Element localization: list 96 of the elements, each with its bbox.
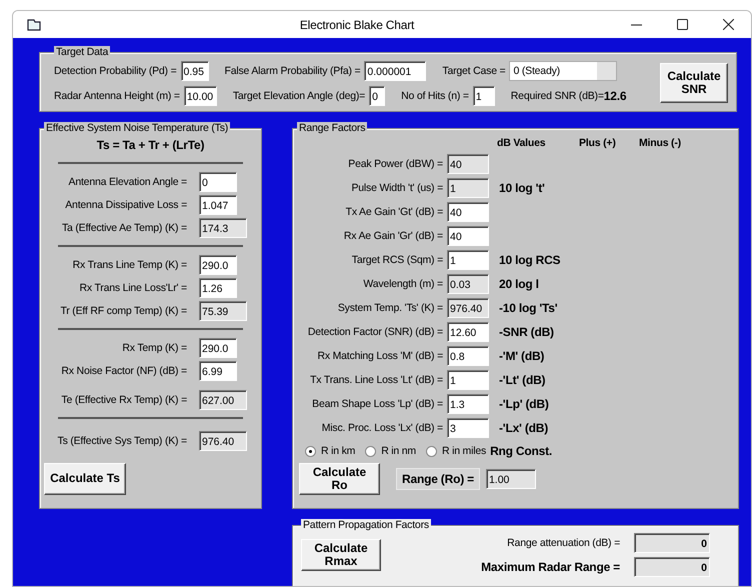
input-field[interactable]: 6.99 [199, 360, 237, 380]
field-label: Target Elevation Angle (deg)= [232, 90, 366, 102]
column-header: Plus (+) [579, 137, 617, 149]
field-label: Antenna Dissipative Loss = [64, 198, 188, 210]
field-label: Misc. Proc. Loss 'Lx' (dB) = [320, 422, 444, 434]
calculate-rmax-button[interactable]: Calculate Rmax [301, 539, 381, 571]
input-field[interactable]: 75.39 [199, 300, 247, 320]
field-label: Detection Probability (Pd) = [54, 64, 178, 76]
panel-title: Target Data [54, 46, 110, 58]
input-field[interactable]: 627.00 [199, 390, 247, 410]
input-field[interactable]: 12.60 [447, 322, 489, 342]
radio-label: R in nm [381, 445, 416, 457]
maximize-icon [676, 19, 688, 30]
input-field[interactable]: 1.3 [447, 394, 489, 414]
input-field[interactable]: 1 [447, 250, 489, 270]
radio-button[interactable] [365, 446, 376, 456]
field-label: Tr (Eff RF comp Temp) (K) = [59, 304, 188, 316]
input-field[interactable]: 10.00 [184, 86, 217, 106]
window-title: Electronic Blake Chart [298, 18, 416, 32]
db-formula: 20 log l [499, 277, 539, 291]
input-field[interactable]: 40 [447, 226, 489, 246]
radio-label: R in miles [442, 445, 486, 457]
db-formula: 10 log 't' [499, 181, 545, 195]
radio-button[interactable] [305, 446, 316, 456]
range-output-field[interactable]: 1.00 [486, 469, 536, 489]
input-field[interactable]: 40 [447, 202, 489, 222]
input-field[interactable]: 0.000001 [364, 60, 426, 80]
db-formula: -'Lp' (dB) [499, 397, 549, 411]
panel-title: Pattern Propagation Factors [301, 519, 431, 531]
input-field[interactable]: 1 [447, 370, 489, 390]
field-label: Te (Effective Rx Temp) (K) = [60, 394, 188, 406]
input-field[interactable]: 1 [447, 178, 489, 198]
field-label: Pulse Width 't' (us) = [350, 182, 444, 194]
calculate-ts-button[interactable]: Calculate Ts [44, 463, 126, 495]
field-label: Ts (Effective Sys Temp) (K) = [56, 435, 188, 447]
range-label: Range (Ro) = [396, 468, 480, 490]
db-formula: -SNR (dB) [499, 325, 554, 339]
panel-title: Range Factors [297, 122, 368, 134]
field-label: Peak Power (dBW) = [347, 158, 444, 170]
close-icon [722, 19, 734, 30]
output-field[interactable]: 0 [634, 557, 710, 577]
field-label: Rx Trans Line Temp (K) = [72, 258, 188, 270]
constant-label: Rng Const. [490, 444, 552, 458]
column-header: Minus (-) [639, 137, 682, 149]
input-field[interactable]: 976.40 [447, 298, 489, 318]
field-label: Target Case = [442, 64, 506, 76]
input-field[interactable]: 0 [369, 86, 386, 106]
db-formula: -10 log 'Ts' [499, 301, 558, 315]
field-label: Rx Matching Loss 'M' (dB) = [316, 350, 444, 362]
input-field[interactable]: 0 [199, 172, 237, 192]
field-label: Target RCS (Sqm) = [350, 254, 444, 266]
input-field[interactable]: 1.047 [199, 194, 237, 214]
field-label: Radar Antenna Height (m) = [54, 90, 181, 102]
calculate-ro-button[interactable]: Calculate Ro [299, 463, 380, 495]
input-field[interactable]: 1 [472, 86, 495, 106]
field-label: Rx Ae Gain 'Gr' (dB) = [342, 230, 444, 242]
target-case-dropdown[interactable]: 0 (Steady) [509, 60, 618, 80]
db-formula: -'M' (dB) [499, 349, 544, 363]
radio-button[interactable] [426, 446, 437, 456]
field-label: System Temp. 'Ts' (K) = [336, 302, 444, 314]
input-field[interactable]: 976.40 [199, 431, 247, 451]
field-label: Beam Shape Loss 'Lp' (dB) = [311, 398, 444, 410]
field-label: Rx Noise Factor (NF) (dB) = [60, 364, 188, 376]
field-label: Required SNR (dB)= [510, 90, 604, 102]
field-label: False Alarm Probability (Pfa) = [224, 64, 362, 76]
panel-title: Effective System Noise Temperature (Ts) [44, 122, 230, 134]
field-label: Rx Temp (K) = [121, 342, 188, 354]
radio-label: R in km [321, 445, 356, 457]
db-formula: -'Lt' (dB) [499, 373, 546, 387]
output-field[interactable]: 0 [634, 533, 710, 553]
field-label: Tx Trans. Line Loss 'Lt' (dB) = [309, 374, 444, 386]
field-label: Antenna Elevation Angle = [68, 176, 188, 188]
input-field[interactable]: 3 [447, 418, 489, 438]
field-label: Rx Trans Line Loss'Lr' = [78, 282, 188, 294]
app-icon [27, 18, 41, 30]
input-field[interactable]: 290.0 [199, 338, 237, 358]
calculate-snr-button[interactable]: Calculate SNR [660, 63, 728, 103]
field-label: No of Hits (n) = [401, 90, 470, 102]
input-field[interactable]: 290.0 [199, 254, 237, 274]
db-formula: 10 log RCS [499, 253, 560, 267]
column-header: dB Values [497, 137, 546, 149]
input-field[interactable]: 0.03 [447, 274, 489, 294]
result-value: 12.6 [604, 88, 626, 102]
field-label: Maximum Radar Range = [481, 560, 621, 574]
input-field[interactable]: 1.26 [199, 278, 237, 298]
field-label: Wavelength (m) = [362, 278, 444, 290]
field-label: Detection Factor (SNR) (dB) = [306, 326, 444, 338]
input-field[interactable]: 0.8 [447, 346, 489, 366]
field-label: Range attenuation (dB) = [507, 537, 621, 549]
input-field[interactable]: 174.3 [199, 218, 247, 238]
field-label: Ta (Effective Ae Temp) (K) = [60, 222, 188, 234]
input-field[interactable]: 0.95 [180, 60, 209, 80]
input-field[interactable]: 40 [447, 154, 489, 174]
formula-text: Ts = Ta + Tr + (LrTe) [96, 138, 206, 152]
db-formula: -'Lx' (dB) [499, 421, 548, 435]
field-label: Tx Ae Gain 'Gt' (dB) = [344, 206, 444, 218]
